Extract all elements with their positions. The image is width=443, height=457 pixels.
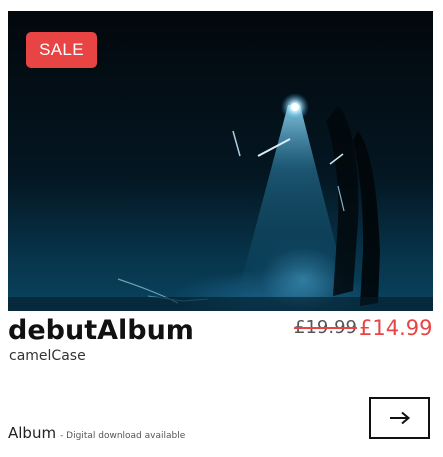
original-price: £19.99 [294,317,357,338]
view-product-button[interactable] [369,397,430,439]
sale-price: £14.99 [359,316,433,340]
product-card: SALE debutAlbum camelCase £19.99 £14.99 … [0,0,443,457]
format-line: Album - Digital download available [8,422,185,447]
format-note: - Digital download available [60,431,186,441]
format-label: Album [8,424,57,442]
album-title[interactable]: debutAlbum [8,313,194,349]
artist-name[interactable]: camelCase [9,346,86,366]
sale-badge: SALE [26,32,97,68]
album-cover-image[interactable]: SALE [8,11,433,311]
arrow-right-icon [389,411,410,425]
